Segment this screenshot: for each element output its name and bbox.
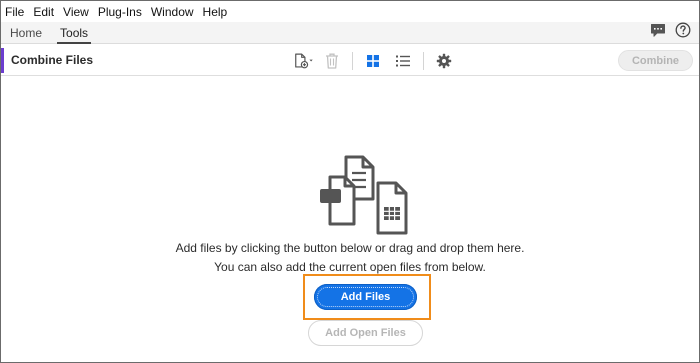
add-file-dropdown-icon[interactable] xyxy=(293,50,315,72)
tool-title: Combine Files xyxy=(11,53,94,67)
combine-documents-icon xyxy=(316,153,416,235)
menu-window[interactable]: Window xyxy=(151,5,194,19)
toolbar-divider xyxy=(423,52,424,70)
comment-icon[interactable] xyxy=(650,23,666,43)
menu-plug-ins[interactable]: Plug-Ins xyxy=(98,5,142,19)
tab-bar: Home Tools xyxy=(1,22,699,44)
list-view-icon[interactable] xyxy=(392,50,414,72)
instruction-text-line2: You can also add the current open files … xyxy=(214,260,486,274)
combine-button[interactable]: Combine xyxy=(618,50,693,71)
gear-icon[interactable] xyxy=(433,50,455,72)
toolbar-divider xyxy=(352,52,353,70)
tab-home[interactable]: Home xyxy=(1,22,51,43)
grid-view-icon[interactable] xyxy=(362,50,384,72)
tab-bar-actions xyxy=(650,22,699,43)
add-files-button[interactable]: Add Files xyxy=(314,284,417,310)
add-files-label: Add Files xyxy=(340,291,391,303)
menu-bar: File Edit View Plug-Ins Window Help xyxy=(1,1,699,22)
help-icon[interactable] xyxy=(675,22,691,43)
tool-accent-bar xyxy=(1,48,4,73)
instruction-text-line1: Add files by clicking the button below o… xyxy=(175,241,525,255)
tool-icon-group xyxy=(293,50,455,72)
tool-header: Combine Files Combine xyxy=(1,45,699,76)
menu-edit[interactable]: Edit xyxy=(33,5,54,19)
tab-tools[interactable]: Tools xyxy=(51,22,97,44)
menu-file[interactable]: File xyxy=(5,5,24,19)
menu-help[interactable]: Help xyxy=(203,5,228,19)
add-open-files-button[interactable]: Add Open Files xyxy=(308,320,423,346)
trash-icon[interactable] xyxy=(321,50,343,72)
menu-view[interactable]: View xyxy=(63,5,89,19)
